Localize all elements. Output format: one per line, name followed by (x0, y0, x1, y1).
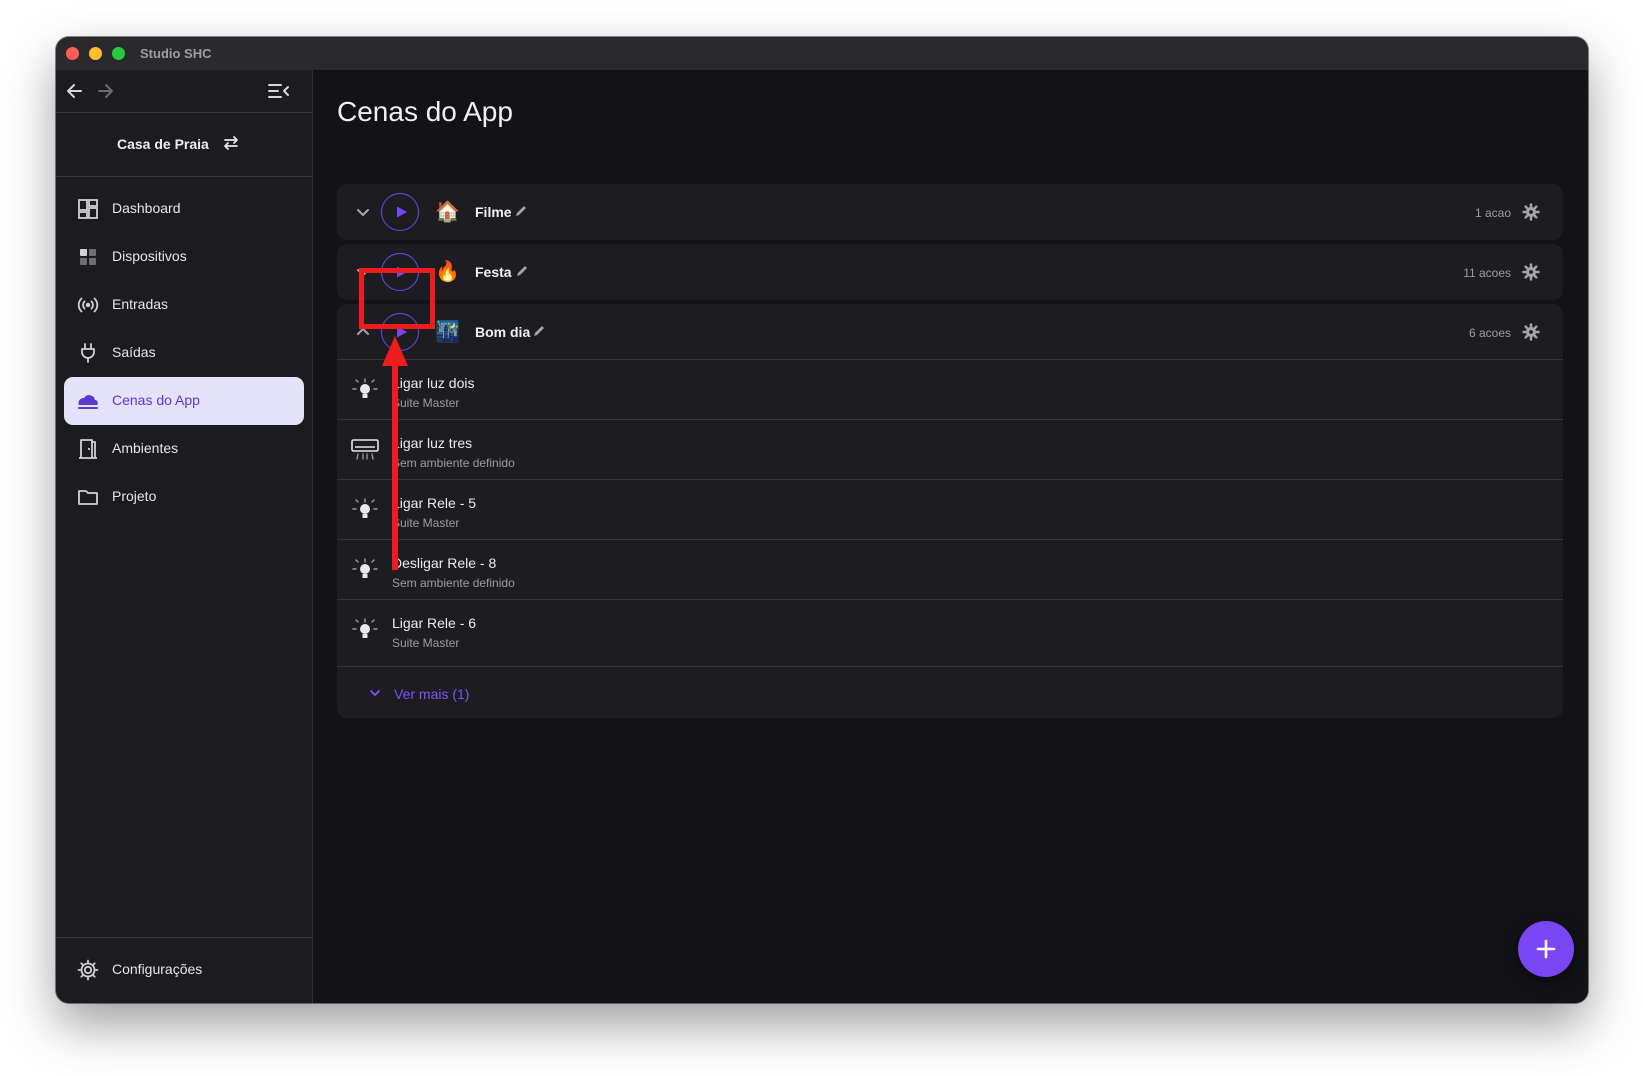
swap-icon[interactable] (220, 132, 242, 154)
broadcast-icon (76, 293, 100, 317)
annotation-arrow-icon (382, 336, 408, 570)
sidebar-footer: Configurações (56, 937, 312, 1003)
sidebar-item-label: Projeto (112, 488, 157, 504)
play-scene-button[interactable] (381, 193, 419, 231)
chevron-down-icon (370, 690, 380, 696)
sidebar-item-projeto[interactable]: Projeto (64, 473, 304, 521)
main-content: Cenas do App 🏠 Filme 1 acao 🔥 Festa 11 a… (313, 70, 1588, 1003)
close-window-button[interactable] (66, 47, 79, 60)
arrow-left-icon (67, 84, 82, 98)
plus-icon (1536, 939, 1556, 959)
gear-icon[interactable] (1521, 322, 1541, 342)
window-title: Studio SHC (140, 46, 212, 61)
devices-icon (76, 245, 100, 269)
gear-icon (76, 958, 100, 982)
forward-button[interactable] (90, 76, 120, 106)
pencil-icon[interactable] (515, 264, 529, 278)
pencil-icon[interactable] (532, 324, 546, 338)
sidebar-item-dispositivos[interactable]: Dispositivos (64, 233, 304, 281)
minimize-window-button[interactable] (89, 47, 102, 60)
lightbulb-icon (352, 498, 378, 518)
sidebar-item-label: Cenas do App (112, 392, 200, 408)
app-window: Studio SHC Casa de Praia Dashboard Dispo… (56, 37, 1588, 1003)
air-conditioner-icon (351, 439, 379, 460)
scene-name: Festa (475, 264, 512, 280)
action-row[interactable]: Ligar luz dois Suite Master (337, 359, 1563, 420)
folder-icon (76, 485, 100, 509)
action-count: 6 acoes (1468, 326, 1511, 340)
lightbulb-icon (352, 618, 378, 638)
sidebar-item-label: Entradas (112, 296, 169, 312)
arrow-right-icon (98, 84, 113, 98)
scene-header[interactable]: 🌃 Bom dia 6 acoes (337, 304, 1563, 360)
action-room: Suite Master (392, 636, 460, 650)
sidebar-item-saidas[interactable]: Saídas (64, 329, 304, 377)
sidebar-item-label: Dashboard (112, 200, 181, 216)
action-room: Sem ambiente definido (392, 456, 515, 470)
action-row[interactable]: Ligar Rele - 5 Suite Master (337, 479, 1563, 540)
door-icon (76, 437, 100, 461)
scene-card-filme: 🏠 Filme 1 acao (337, 184, 1563, 240)
gear-icon[interactable] (1521, 202, 1541, 222)
play-icon (397, 206, 407, 218)
scene-name: Bom dia (475, 324, 531, 340)
add-scene-button[interactable] (1518, 921, 1574, 977)
sidebar-item-label: Ambientes (112, 440, 179, 456)
chevron-down-icon[interactable] (351, 200, 375, 224)
scene-emoji-icon: 🌃 (435, 321, 460, 343)
sidebar-item-dashboard[interactable]: Dashboard (64, 185, 304, 233)
dashboard-icon (76, 197, 100, 221)
house-name: Casa de Praia (117, 136, 209, 152)
house-selector[interactable]: Casa de Praia (56, 113, 312, 177)
scene-name: Filme (475, 204, 512, 220)
action-row[interactable]: Desligar Rele - 8 Sem ambiente definido (337, 539, 1563, 600)
action-title: Ligar Rele - 6 (392, 615, 477, 631)
plug-icon (76, 341, 100, 365)
action-room: Sem ambiente definido (392, 576, 515, 590)
scene-emoji-icon: 🔥 (435, 261, 460, 283)
sidebar-item-ambientes[interactable]: Ambientes (64, 425, 304, 473)
action-row[interactable]: Ligar Rele - 6 Suite Master (337, 599, 1563, 660)
sidebar: Casa de Praia Dashboard Dispositivos Ent… (56, 70, 313, 1003)
see-more-label: Ver mais (1) (394, 686, 470, 702)
scene-header[interactable]: 🏠 Filme 1 acao (337, 184, 1563, 240)
cloud-scene-icon (76, 389, 100, 413)
gear-icon[interactable] (1521, 262, 1541, 282)
sidebar-item-label: Configurações (112, 961, 203, 977)
sidebar-item-entradas[interactable]: Entradas (64, 281, 304, 329)
lightbulb-icon (352, 378, 378, 398)
lightbulb-icon (352, 558, 378, 578)
scene-emoji-icon: 🏠 (435, 201, 460, 223)
zoom-window-button[interactable] (112, 47, 125, 60)
sidebar-item-configuracoes[interactable]: Configurações (64, 946, 304, 994)
action-count: 11 acoes (1463, 266, 1511, 280)
title-bar: Studio SHC (56, 37, 1588, 71)
see-more-button[interactable]: Ver mais (1) (337, 666, 1563, 719)
menu-collapse-icon (268, 84, 289, 98)
pencil-icon[interactable] (514, 204, 528, 218)
action-count: 1 acao (1474, 206, 1511, 220)
scene-header[interactable]: 🔥 Festa 11 acoes (337, 244, 1563, 300)
collapse-sidebar-button[interactable] (263, 76, 293, 106)
scene-card-bom-dia: 🌃 Bom dia 6 acoes Ligar luz dois Suite M… (337, 304, 1563, 718)
page-title: Cenas do App (337, 96, 513, 127)
sidebar-item-cenas-do-app[interactable]: Cenas do App (64, 377, 304, 425)
annotation-highlight-box (359, 268, 435, 329)
navigation-row (56, 70, 312, 113)
sidebar-item-label: Dispositivos (112, 248, 187, 264)
sidebar-item-label: Saídas (112, 344, 156, 360)
back-button[interactable] (60, 76, 90, 106)
scene-card-festa: 🔥 Festa 11 acoes (337, 244, 1563, 300)
action-row[interactable]: Ligar luz tres Sem ambiente definido (337, 419, 1563, 480)
